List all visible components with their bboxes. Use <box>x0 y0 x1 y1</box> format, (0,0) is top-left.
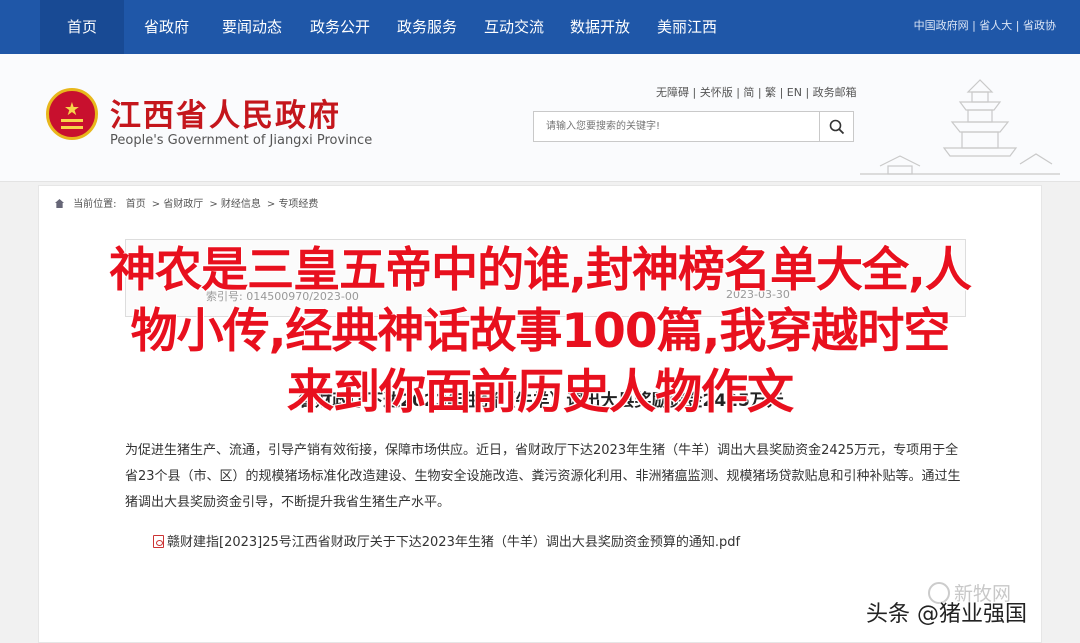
home-icon <box>55 199 64 208</box>
gate-icon <box>61 119 83 129</box>
nav-item-gov-affairs-open[interactable]: 政务公开 <box>310 0 370 54</box>
breadcrumb-item-home[interactable]: 首页 <box>126 199 146 210</box>
toutiao-watermark: 头条 @猪业强国 <box>866 602 1027 627</box>
breadcrumb-item-special-funds[interactable]: 专项经费 <box>278 199 318 210</box>
overlay-line: 物小传,经典神话故事100篇,我穿越时空 <box>130 304 951 359</box>
search-input[interactable] <box>534 112 820 141</box>
search-bar <box>533 111 854 142</box>
article-body: 为促进生猪生产、流通，引导产销有效衔接，保障市场供应。近日，省财政厅下达2023… <box>125 443 961 510</box>
breadcrumb-item-finance-dept[interactable]: 省财政厅 <box>163 199 203 210</box>
external-links[interactable]: 中国政府网 | 省人大 | 省政协 <box>914 17 1056 33</box>
attachment-label[interactable]: 赣财建指[2023]25号江西省财政厅关于下达2023年生猪（牛羊）调出大县奖励… <box>167 535 740 550</box>
breadcrumb-label: 当前位置: <box>73 199 117 210</box>
breadcrumb: 当前位置: 首页 > 省财政厅 > 财经信息 > 专项经费 <box>55 195 324 210</box>
nav-item-interaction[interactable]: 互动交流 <box>484 0 544 54</box>
national-emblem-logo[interactable]: ★ <box>46 88 98 140</box>
site-subtitle-en: People's Government of Jiangxi Province <box>110 133 373 148</box>
overlay-line: 神农是三皇五帝中的谁,封神榜名单大全,人 <box>109 243 972 298</box>
pavilion-illustration <box>860 79 1060 175</box>
attachment-link[interactable]: 赣财建指[2023]25号江西省财政厅关于下达2023年生猪（牛羊）调出大县奖励… <box>153 531 740 550</box>
search-button[interactable] <box>819 112 853 141</box>
breadcrumb-item-finance-info[interactable]: 财经信息 <box>221 199 261 210</box>
top-nav: 首页 省政府 要闻动态 政务公开 政务服务 互动交流 数据开放 美丽江西 中国政… <box>0 0 1080 54</box>
overlay-headline: 神农是三皇五帝中的谁,封神榜名单大全,人 物小传,经典神话故事100篇,我穿越时… <box>0 240 1080 423</box>
site-title[interactable]: 江西省人民政府 <box>110 90 341 135</box>
nav-item-data-open[interactable]: 数据开放 <box>570 0 630 54</box>
pdf-icon <box>153 535 164 548</box>
nav-item-home[interactable]: 首页 <box>40 0 124 54</box>
nav-item-news[interactable]: 要闻动态 <box>222 0 282 54</box>
star-icon: ★ <box>63 99 81 120</box>
site-header: ★ 江西省人民政府 People's Government of Jiangxi… <box>0 54 1080 182</box>
nav-item-provincial-gov[interactable]: 省政府 <box>144 0 189 54</box>
search-icon <box>829 119 845 135</box>
nav-item-gov-services[interactable]: 政务服务 <box>397 0 457 54</box>
utility-links[interactable]: 无障碍 | 关怀版 | 简 | 繁 | EN | 政务邮箱 <box>656 84 857 100</box>
overlay-line: 来到你面前历史人物作文 <box>287 365 794 420</box>
nav-item-beautiful-jiangxi[interactable]: 美丽江西 <box>657 0 717 54</box>
